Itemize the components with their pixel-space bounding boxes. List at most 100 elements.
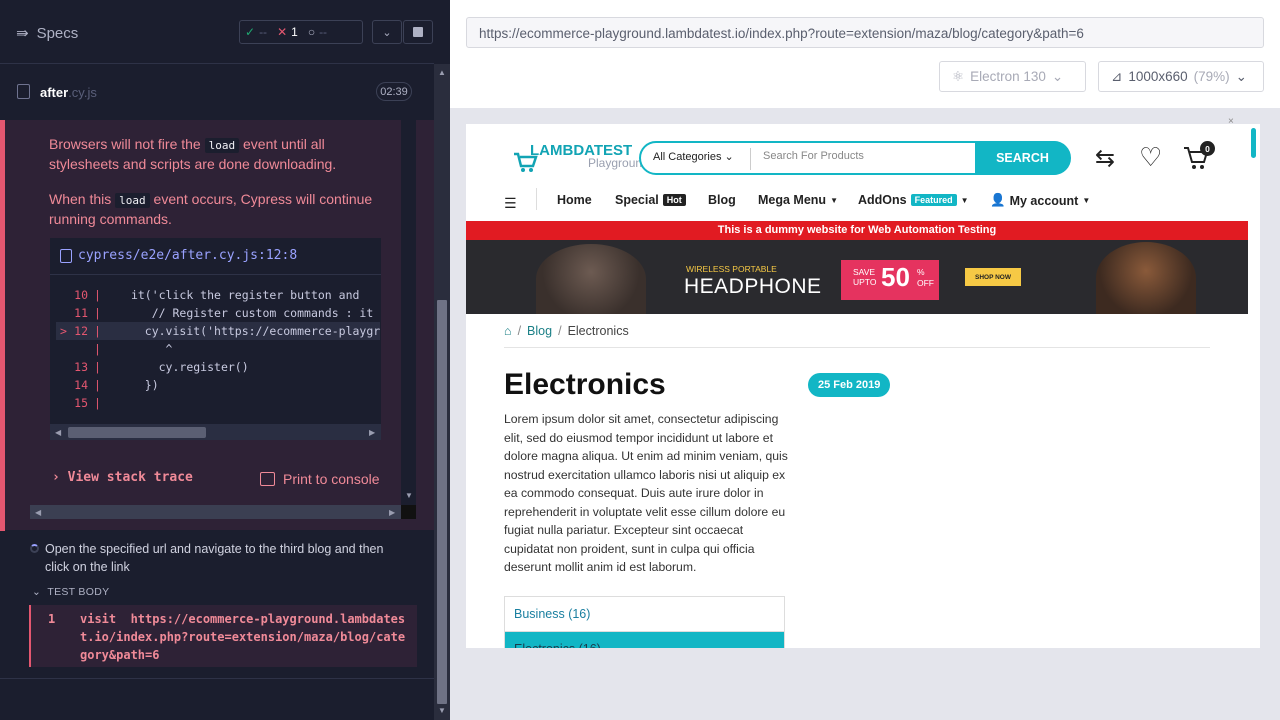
chevron-down-icon: ⌄ — [1051, 68, 1064, 84]
scroll-right-icon[interactable]: ▶ — [369, 428, 375, 437]
nav-home[interactable]: Home — [557, 193, 592, 207]
hot-badge: Hot — [662, 194, 686, 206]
error-message-1: Browsers will not fire the load event un… — [49, 136, 337, 172]
electron-icon: ⚛ — [952, 68, 965, 84]
line-number: 14 — [74, 378, 88, 392]
line-code: }) — [130, 378, 159, 392]
reporter-divider — [0, 678, 434, 679]
aut-scrollbar[interactable] — [1248, 124, 1260, 648]
expand-button[interactable]: ⌄ — [372, 20, 402, 44]
view-stack-label: View stack trace — [67, 470, 193, 485]
code-line: | ^ — [94, 342, 173, 356]
specs-toggle[interactable]: ⇛ Specs — [16, 24, 78, 43]
stop-icon — [413, 27, 423, 37]
nav-blog[interactable]: Blog — [708, 193, 736, 207]
nav-special[interactable]: Special Hot — [615, 193, 686, 207]
code-line: 10 | it('click the register button and — [56, 286, 380, 304]
aut-iframe: LAMBDATEST Playground All Categories ⌄ S… — [466, 124, 1248, 648]
reporter-scroll-thumb[interactable] — [437, 300, 447, 704]
banner-percent: 50 — [881, 262, 910, 292]
file-icon — [17, 84, 30, 99]
notice-bar: This is a dummy website for Web Automati… — [466, 221, 1248, 240]
aut-scroll-thumb[interactable] — [1251, 128, 1256, 158]
print-console-label: Print to console — [283, 471, 380, 487]
stop-button[interactable] — [403, 20, 433, 44]
print-to-console-button[interactable]: Print to console — [260, 471, 380, 487]
line-code: it('click the register button and — [130, 288, 367, 302]
category-select[interactable]: All Categories ⌄ — [653, 150, 734, 163]
code-line: 14 | }) — [56, 376, 380, 394]
line-code: // Register custom commands : it — [130, 306, 380, 320]
chevron-down-icon: ⌄ — [382, 26, 392, 39]
page-title: Electronics — [504, 368, 666, 401]
pending-icon: ○ — [307, 25, 316, 39]
banner-title: HEADPHONE — [684, 275, 822, 298]
banner-model-right — [1096, 242, 1196, 314]
error-stripe — [0, 120, 5, 531]
banner-save-text: SAVE UPTO — [853, 267, 877, 287]
command-text: 1 visit https://ecommerce-playground.lam… — [48, 610, 408, 664]
viewport-select[interactable]: ⊿ 1000x660 (79%) ⌄ — [1098, 61, 1264, 92]
test-title[interactable]: Open the specified url and navigate to t… — [45, 540, 405, 576]
browser-select[interactable]: ⚛ Electron 130 ⌄ — [939, 61, 1086, 92]
category-list: Business (16) Electronics (16) — [504, 596, 785, 648]
specs-menu-icon: ⇛ — [16, 25, 29, 42]
current-line-marker: > — [60, 324, 67, 338]
caret-down-icon: ▼ — [1082, 196, 1091, 205]
code-scroll-thumb[interactable] — [68, 427, 206, 438]
breadcrumb-divider — [504, 347, 1210, 348]
loading-spinner-icon — [30, 544, 39, 553]
scroll-down-icon-2[interactable]: ▼ — [438, 706, 446, 715]
error-horizontal-scrollbar[interactable] — [30, 505, 401, 519]
viewport-label: 1000x660 — [1128, 69, 1188, 84]
user-icon: 👤 — [990, 193, 1006, 207]
nav-divider — [536, 188, 537, 210]
banner-model-left — [536, 244, 646, 314]
url-bar[interactable]: https://ecommerce-playground.lambdatest.… — [466, 17, 1264, 48]
nav-addons[interactable]: AddOns Featured ▼ — [858, 193, 969, 207]
code-frame-path-link[interactable]: cypress/e2e/after.cy.js:12:8 — [60, 248, 297, 263]
nav-my-account[interactable]: 👤 My account ▼ — [990, 193, 1090, 208]
search-input[interactable]: Search For Products — [763, 150, 864, 162]
heart-icon[interactable]: ♡ — [1139, 142, 1162, 173]
featured-badge: Featured — [910, 194, 957, 206]
line-number: 13 — [74, 360, 88, 374]
scroll-left-icon[interactable]: ◀ — [55, 428, 61, 437]
line-code: cy.visit('https://ecommerce-playgro — [130, 324, 380, 338]
scroll-up-icon[interactable]: ▲ — [438, 68, 446, 77]
failed-stat: ✕ 1 — [277, 25, 298, 39]
category-item-electronics[interactable]: Electronics (16) — [505, 632, 784, 648]
scroll-left-icon-2[interactable]: ◀ — [35, 508, 41, 517]
shop-now-button[interactable]: SHOP NOW — [965, 268, 1021, 286]
scrollbar-corner — [401, 505, 416, 519]
test-body-toggle[interactable]: ⌄ TEST BODY — [32, 586, 109, 598]
command-name: visit — [80, 612, 117, 626]
test-stats: ✓ -- ✕ 1 ○ -- — [239, 20, 363, 44]
command-number: 1 — [48, 612, 56, 626]
error-vscroll-track — [404, 120, 413, 492]
error-message-2: When this load event occurs, Cypress wil… — [49, 191, 373, 227]
search-button[interactable]: SEARCH — [975, 141, 1070, 175]
test-body-label: TEST BODY — [47, 586, 110, 598]
scroll-down-icon[interactable]: ▼ — [405, 491, 413, 500]
chevron-right-icon: › — [52, 470, 60, 485]
nav-mega-menu[interactable]: Mega Menu ▼ — [758, 193, 838, 207]
line-code: cy.register() — [130, 360, 249, 374]
file-code-icon — [60, 248, 72, 263]
compare-icon[interactable]: ⇆ — [1095, 144, 1115, 173]
terminal-icon — [260, 472, 275, 486]
breadcrumb-current: Electronics — [567, 324, 629, 338]
close-icon[interactable]: × — [1228, 116, 1234, 127]
view-stack-trace-button[interactable]: › View stack trace — [52, 470, 193, 485]
code-line: 15 | — [56, 394, 380, 412]
hamburger-icon[interactable]: ☰ — [504, 195, 517, 212]
scroll-right-icon-2[interactable]: ▶ — [389, 508, 395, 517]
chevron-down-icon: ⌄ — [724, 151, 734, 163]
code-line: 13 | cy.register() — [56, 358, 380, 376]
browser-label: Electron 130 — [970, 69, 1046, 84]
category-item-business[interactable]: Business (16) — [505, 597, 784, 632]
breadcrumb-blog[interactable]: Blog — [527, 324, 552, 338]
home-icon[interactable]: ⌂ — [504, 324, 512, 338]
check-icon: ✓ — [245, 25, 256, 39]
spec-file-name[interactable]: after.cy.js — [40, 85, 97, 100]
